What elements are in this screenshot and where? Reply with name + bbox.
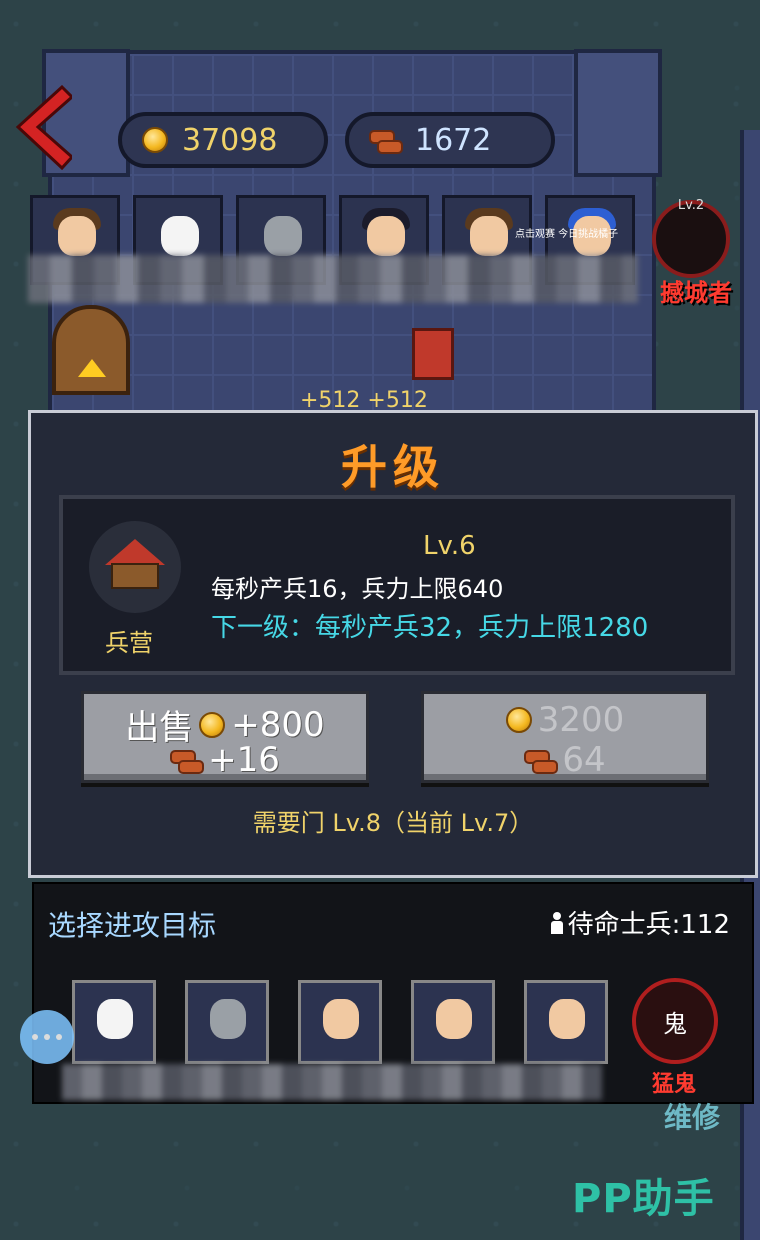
wood-amount: 1672	[415, 122, 492, 158]
target-avatar[interactable]	[524, 980, 608, 1064]
upgrade-panel: 升级 兵营 Lv.6 每秒产兵16，兵力上限640 下一级：每秒产兵32，兵力上…	[28, 410, 758, 878]
target-list	[72, 980, 608, 1064]
upgrade-requirement: 需要门 Lv.8（当前 Lv.7）	[252, 809, 534, 837]
building-info: 兵营 Lv.6 每秒产兵16，兵力上限640 下一级：每秒产兵32，兵力上限12…	[59, 495, 735, 675]
ghost-target-button[interactable]: 鬼	[632, 978, 718, 1064]
target-avatar[interactable]	[185, 980, 269, 1064]
blurred-names	[28, 255, 638, 303]
gold-coin-icon	[199, 711, 226, 738]
sell-wood: +16	[208, 740, 280, 780]
wood-counter: 1672	[345, 112, 555, 168]
sell-button[interactable]: 出售 +800 +16	[81, 691, 369, 783]
castle-tower-right	[574, 49, 662, 177]
barracks-icon	[105, 539, 165, 589]
building-level: Lv.6	[423, 531, 476, 561]
back-arrow-icon[interactable]	[12, 85, 72, 170]
enemy-badge[interactable]: Lv.2	[652, 198, 730, 278]
avatar-caption: 点击观赛 今日挑战橘子	[515, 229, 619, 240]
upgrade-gold-cost: 3200	[537, 700, 625, 740]
upgrade-arrow-icon	[78, 359, 106, 377]
upgrade-wood-cost: 64	[562, 740, 606, 780]
ghost-name: 猛鬼	[652, 1072, 697, 1097]
repair-label[interactable]: 维修	[664, 1096, 720, 1136]
attack-title: 选择进攻目标	[48, 909, 217, 942]
gold-coin-icon	[505, 707, 532, 733]
wood-logs-icon	[170, 748, 205, 774]
gate-door[interactable]	[52, 305, 130, 395]
gold-coin-icon	[142, 127, 168, 153]
standby-count: 待命士兵:112	[567, 910, 730, 940]
target-avatar[interactable]	[298, 980, 382, 1064]
enemy-level: Lv.2	[677, 198, 705, 213]
building-name: 兵营	[105, 629, 153, 657]
next-level-stats: 下一级：每秒产兵32，兵力上限1280	[211, 613, 649, 643]
ghost-icon: 鬼	[663, 1009, 687, 1038]
gold-amount: 37098	[182, 122, 278, 158]
chat-bubble-icon[interactable]	[20, 1010, 74, 1064]
sell-gold: +800	[231, 704, 325, 745]
watermark: PP助手	[572, 1176, 715, 1222]
target-avatar[interactable]	[72, 980, 156, 1064]
panel-title: 升级	[341, 440, 445, 494]
wood-logs-icon	[524, 748, 559, 774]
current-stats: 每秒产兵16，兵力上限640	[211, 575, 504, 603]
blurred-target-names	[62, 1064, 602, 1100]
barracks-flag-icon[interactable]	[412, 328, 454, 380]
standby-soldiers: 待命士兵:112	[550, 904, 730, 941]
wood-logs-icon	[369, 128, 403, 154]
target-avatar[interactable]	[411, 980, 495, 1064]
upgrade-button[interactable]: 3200 64	[421, 691, 709, 783]
gold-counter: 37098	[118, 112, 328, 168]
enemy-name: 撼城者	[660, 279, 732, 307]
soldier-icon	[550, 911, 564, 934]
